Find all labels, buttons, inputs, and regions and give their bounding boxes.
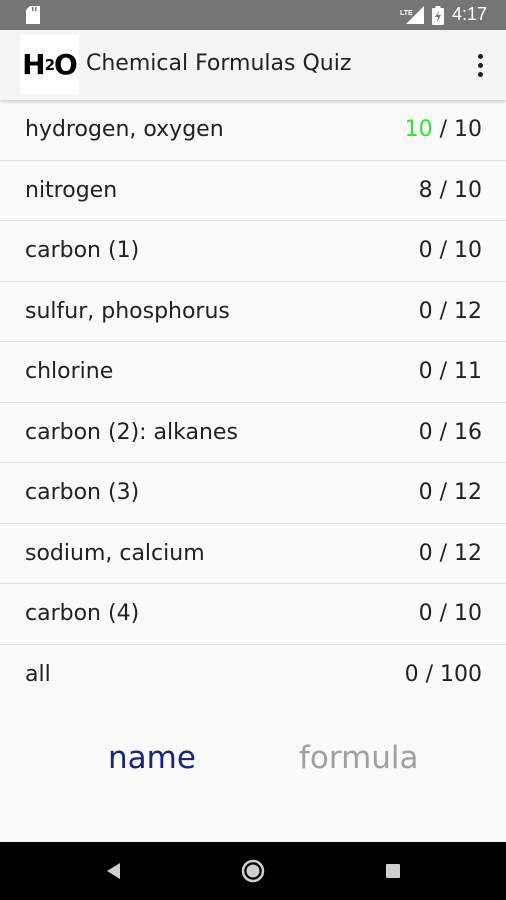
quiz-label: carbon (3) <box>25 480 140 506</box>
mode-formula-button[interactable]: formula <box>299 740 419 776</box>
quiz-row-carbon-2-alkanes[interactable]: carbon (2): alkanes 0 / 16 <box>0 403 506 463</box>
quiz-score: 0 / 100 <box>405 662 482 687</box>
quiz-mode-selector: name formula <box>0 704 506 842</box>
lte-signal-icon: LTE <box>400 6 424 24</box>
score-total: / 10 <box>439 117 482 143</box>
quiz-label: sodium, calcium <box>25 540 205 566</box>
quiz-list: hydrogen, oxygen 10 / 10 nitrogen 8 / 10… <box>0 100 506 705</box>
app-logo: H2O <box>20 35 79 94</box>
quiz-score: 0 / 10 <box>419 238 482 263</box>
quiz-label: hydrogen, oxygen <box>25 117 224 143</box>
score-total: / 11 <box>439 359 482 385</box>
quiz-score: 0 / 12 <box>419 480 482 505</box>
quiz-score: 0 / 12 <box>419 299 482 324</box>
quiz-row-sulfur-phosphorus[interactable]: sulfur, phosphorus 0 / 12 <box>0 282 506 342</box>
menu-dot <box>477 53 483 59</box>
quiz-label: all <box>25 661 51 687</box>
score-total: / 12 <box>439 540 482 566</box>
quiz-row-carbon-4[interactable]: carbon (4) 0 / 10 <box>0 584 506 645</box>
score-current: 8 <box>418 177 433 203</box>
home-icon[interactable] <box>241 859 265 883</box>
quiz-score: 8 / 10 <box>419 178 482 203</box>
quiz-score: 0 / 12 <box>419 541 482 566</box>
menu-dot <box>477 71 483 77</box>
score-current: 0 <box>418 419 433 445</box>
quiz-score: 0 / 10 <box>419 601 482 626</box>
quiz-label: carbon (2): alkanes <box>25 419 238 445</box>
mode-name-button[interactable]: name <box>108 740 196 776</box>
score-total: / 100 <box>425 661 482 687</box>
quiz-label: carbon (4) <box>25 601 140 627</box>
score-current: 0 <box>418 359 433 385</box>
navigation-bar <box>0 842 506 900</box>
status-clock: 4:17 <box>452 4 488 24</box>
score-total: / 10 <box>439 177 482 203</box>
score-current: 0 <box>418 540 433 566</box>
score-total: / 12 <box>439 298 482 324</box>
quiz-row-nitrogen[interactable]: nitrogen 8 / 10 <box>0 161 506 221</box>
status-bar: LTE 4:17 <box>0 0 506 30</box>
score-current: 10 <box>404 117 433 143</box>
quiz-row-chlorine[interactable]: chlorine 0 / 11 <box>0 342 506 403</box>
quiz-label: carbon (1) <box>25 238 140 264</box>
recents-icon[interactable] <box>386 864 400 878</box>
app-bar: H2O Chemical Formulas Quiz <box>0 30 506 100</box>
battery-icon <box>432 6 444 25</box>
logo-o: O <box>54 48 78 81</box>
score-current: 0 <box>404 661 419 687</box>
menu-dot <box>477 62 483 68</box>
quiz-label: sulfur, phosphorus <box>25 298 230 324</box>
quiz-row-all[interactable]: all 0 / 100 <box>0 645 506 705</box>
score-total: / 10 <box>439 601 482 627</box>
overflow-menu-icon[interactable] <box>466 48 494 82</box>
quiz-row-hydrogen-oxygen[interactable]: hydrogen, oxygen 10 / 10 <box>0 100 506 161</box>
quiz-score: 10 / 10 <box>405 117 482 142</box>
logo-h: H <box>22 48 45 81</box>
quiz-label: chlorine <box>25 359 114 385</box>
quiz-row-carbon-1[interactable]: carbon (1) 0 / 10 <box>0 221 506 282</box>
quiz-score: 0 / 11 <box>419 359 482 384</box>
score-current: 0 <box>418 601 433 627</box>
svg-text:LTE: LTE <box>400 10 413 17</box>
quiz-score: 0 / 16 <box>419 420 482 445</box>
quiz-row-sodium-calcium[interactable]: sodium, calcium 0 / 12 <box>0 524 506 584</box>
back-icon[interactable] <box>104 861 124 881</box>
score-total: / 16 <box>439 419 482 445</box>
score-current: 0 <box>418 238 433 264</box>
logo-subscript: 2 <box>44 55 55 74</box>
quiz-row-carbon-3[interactable]: carbon (3) 0 / 12 <box>0 463 506 524</box>
app-title: Chemical Formulas Quiz <box>86 51 352 76</box>
quiz-label: nitrogen <box>25 177 118 203</box>
score-total: / 12 <box>439 480 482 506</box>
sd-card-icon <box>26 6 40 24</box>
score-current: 0 <box>418 480 433 506</box>
score-total: / 10 <box>439 238 482 264</box>
score-current: 0 <box>418 298 433 324</box>
